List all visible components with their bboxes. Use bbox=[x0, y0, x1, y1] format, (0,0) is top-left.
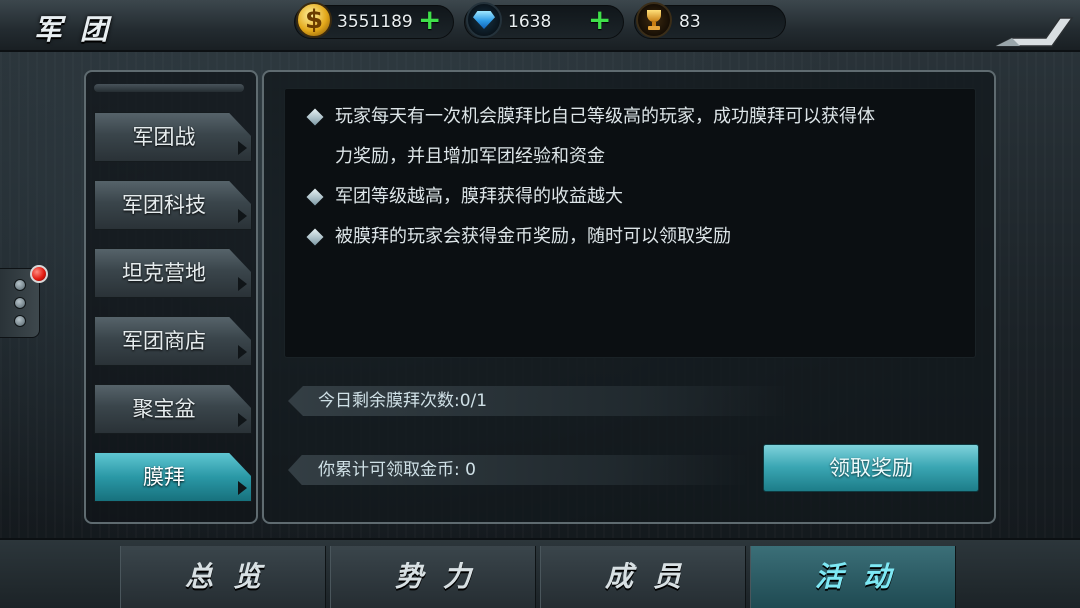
chevron-right-icon bbox=[238, 209, 247, 223]
description-line: 力奖励，并且增加军团经验和资金 bbox=[335, 146, 605, 167]
menu-item-label: 膜拜 bbox=[143, 465, 185, 489]
menu-divider bbox=[94, 84, 244, 92]
chevron-right-icon bbox=[238, 345, 247, 359]
gold-value: 3551189 bbox=[337, 12, 413, 32]
add-gold-button[interactable]: + bbox=[418, 6, 441, 34]
menu-item-label: 聚宝盆 bbox=[132, 397, 196, 421]
claimable-gold: 你累计可领取金币: 0 bbox=[288, 455, 748, 485]
handle-dot bbox=[14, 315, 26, 327]
chevron-right-icon bbox=[238, 481, 247, 495]
bullet-diamond-icon bbox=[306, 108, 324, 126]
back-arrow-button[interactable] bbox=[994, 12, 1074, 50]
gem-value: 1638 bbox=[508, 12, 552, 32]
menu-item-legion-tech[interactable]: 军团科技 bbox=[94, 180, 252, 230]
trophy-icon bbox=[636, 2, 672, 38]
top-bar: 军团 $ 3551189 + 1638 + 83 bbox=[0, 0, 1080, 52]
chevron-right-icon bbox=[238, 141, 247, 155]
menu-item-worship[interactable]: 膜拜 bbox=[94, 452, 252, 502]
claim-reward-button[interactable]: 领取奖励 bbox=[763, 444, 979, 492]
description-box: 玩家每天有一次机会膜拜比自己等级高的玩家，成功膜拜可以获得体 力奖励，并且增加军… bbox=[284, 88, 976, 358]
coin-icon: $ bbox=[296, 2, 332, 38]
handle-dot bbox=[14, 297, 26, 309]
description-line: 玩家每天有一次机会膜拜比自己等级高的玩家，成功膜拜可以获得体 bbox=[335, 106, 875, 127]
menu-item-tank-camp[interactable]: 坦克营地 bbox=[94, 248, 252, 298]
bullet-diamond-icon bbox=[306, 188, 324, 206]
trophy-value: 83 bbox=[679, 12, 701, 32]
menu-item-legion-war[interactable]: 军团战 bbox=[94, 112, 252, 162]
tab-members[interactable]: 成员 bbox=[540, 546, 746, 608]
handle-dot bbox=[14, 279, 26, 291]
sub-menu-panel: 军团战 军团科技 坦克营地 军团商店 聚宝盆 膜拜 bbox=[84, 70, 258, 524]
chevron-right-icon bbox=[238, 413, 247, 427]
add-gem-button[interactable]: + bbox=[588, 6, 611, 34]
remaining-worship-count: 今日剩余膜拜次数:0/1 bbox=[288, 386, 788, 416]
bullet-diamond-icon bbox=[306, 228, 324, 246]
bottom-tab-bar: 总览 势力 成员 活动 bbox=[0, 538, 1080, 608]
menu-item-label: 军团科技 bbox=[122, 193, 206, 217]
back-arrow-icon bbox=[995, 17, 1074, 47]
description-line: 被膜拜的玩家会获得金币奖励，随时可以领取奖励 bbox=[335, 226, 731, 247]
tab-power[interactable]: 势力 bbox=[330, 546, 536, 608]
menu-item-treasure-bowl[interactable]: 聚宝盆 bbox=[94, 384, 252, 434]
notification-dot bbox=[30, 265, 48, 283]
menu-item-label: 军团战 bbox=[132, 125, 196, 149]
menu-item-label: 军团商店 bbox=[122, 329, 206, 353]
menu-item-label: 坦克营地 bbox=[122, 261, 206, 285]
tab-overview[interactable]: 总览 bbox=[120, 546, 326, 608]
chevron-right-icon bbox=[238, 277, 247, 291]
tab-activities[interactable]: 活动 bbox=[750, 546, 956, 608]
description-line: 军团等级越高，膜拜获得的收益越大 bbox=[335, 186, 623, 207]
page-title: 军团 bbox=[34, 13, 127, 46]
menu-item-legion-shop[interactable]: 军团商店 bbox=[94, 316, 252, 366]
diamond-icon bbox=[466, 2, 502, 38]
